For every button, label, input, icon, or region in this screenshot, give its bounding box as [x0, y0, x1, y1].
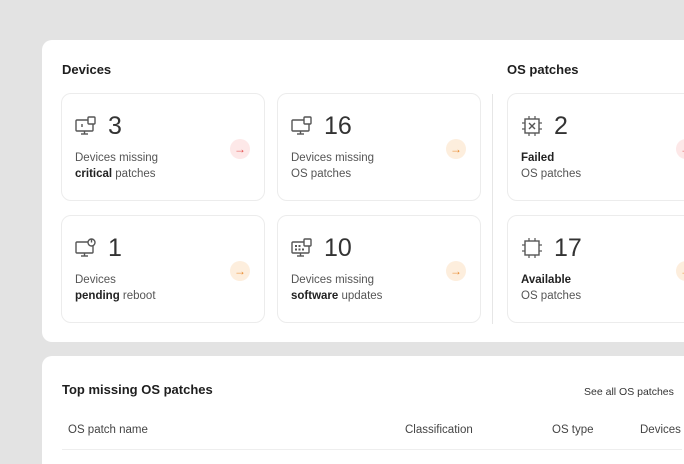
card-label-line1: Devices	[75, 274, 116, 286]
card-label-line2: OS patches	[521, 168, 582, 180]
column-header-classification[interactable]: Classification	[405, 424, 473, 436]
failed-count: 2	[554, 112, 568, 140]
card-label-line1: Failed	[521, 152, 555, 164]
card-failed-patches[interactable]: 2 Failed OS patches →	[507, 93, 684, 201]
top-missing-panel: Top missing OS patches See all OS patche…	[42, 356, 684, 464]
top-missing-title: Top missing OS patches	[62, 382, 213, 397]
chip-available-icon	[522, 238, 542, 258]
card-label-line2: software updates	[291, 290, 383, 302]
card-missing-os-patches[interactable]: 16 Devices missing OS patches →	[277, 93, 481, 201]
card-software-updates[interactable]: 10 Devices missing software updates →	[277, 215, 481, 323]
card-pending-reboot[interactable]: 1 Devices pending reboot →	[61, 215, 265, 323]
critical-count: 3	[108, 112, 122, 140]
reboot-count: 1	[108, 234, 122, 262]
arrow-right-icon[interactable]: →	[446, 261, 466, 281]
os-patches-title: OS patches	[507, 62, 579, 77]
chip-failed-icon	[522, 116, 542, 136]
card-label-line2: pending reboot	[75, 290, 156, 302]
card-label-line2: critical patches	[75, 168, 156, 180]
monitor-reboot-icon	[75, 238, 96, 257]
arrow-right-icon[interactable]: →	[676, 139, 684, 159]
card-available-patches[interactable]: 17 Available OS patches →	[507, 215, 684, 323]
see-all-os-patches-link[interactable]: See all OS patches >	[584, 384, 684, 398]
monitor-alert-icon	[75, 116, 96, 135]
monitor-software-icon	[291, 238, 312, 257]
column-header-os-type[interactable]: OS type	[552, 424, 594, 436]
card-critical-patches[interactable]: 3 Devices missing critical patches →	[61, 93, 265, 201]
arrow-right-icon[interactable]: →	[676, 261, 684, 281]
os-missing-count: 16	[324, 112, 352, 140]
card-label-line2: OS patches	[291, 168, 352, 180]
card-label-line2: OS patches	[521, 290, 582, 302]
devices-title: Devices	[62, 62, 112, 77]
column-header-patch-name[interactable]: OS patch name	[68, 424, 148, 436]
card-label-line1: Devices missing	[75, 152, 159, 164]
column-header-devices[interactable]: Devices	[640, 424, 681, 436]
arrow-right-icon[interactable]: →	[230, 139, 250, 159]
header-divider	[62, 449, 682, 450]
card-label-line1: Devices missing	[291, 274, 375, 286]
card-label-line1: Available	[521, 274, 572, 286]
arrow-right-icon[interactable]: →	[230, 261, 250, 281]
monitor-patch-icon	[291, 116, 312, 135]
card-label-line1: Devices missing	[291, 152, 375, 164]
summary-panel: Devices OS patches 3 Devices missing cri…	[42, 40, 684, 342]
available-count: 17	[554, 234, 582, 262]
software-count: 10	[324, 234, 352, 262]
section-divider	[492, 94, 493, 324]
arrow-right-icon[interactable]: →	[446, 139, 466, 159]
